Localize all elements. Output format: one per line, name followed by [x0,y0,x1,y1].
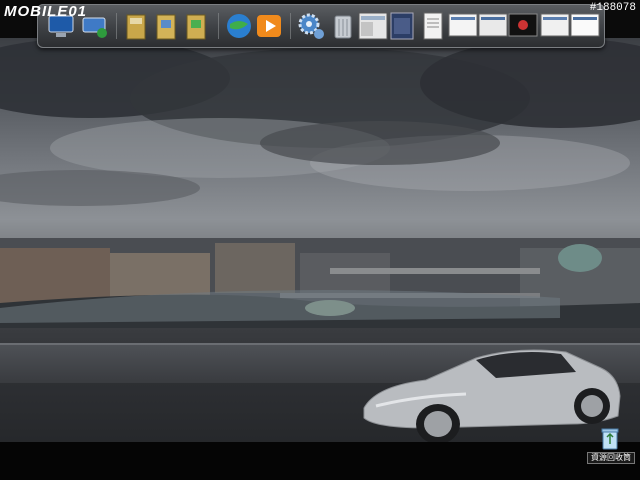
window-thumbnail[interactable] [570,10,600,42]
recycle-bin-label: 資源回收筒 [587,452,635,464]
window-thumbnail[interactable] [358,10,388,42]
settings-gear-icon[interactable] [296,10,326,42]
dock-separator [218,13,219,39]
desktop-wallpaper [0,38,640,442]
recycle-bin-icon [601,428,619,450]
post-id-label: #188078 [589,2,636,14]
trash-bin-icon[interactable] [328,10,358,42]
window-thumbnail[interactable] [508,10,538,42]
watermark-logo: MOBILE01 [4,3,88,20]
silver-sports-car [363,349,621,442]
dock-separator [290,13,291,39]
window-thumbnail[interactable] [478,10,508,42]
internet-explorer-icon[interactable] [224,10,254,42]
icon-dock [37,4,605,48]
document-icon[interactable] [422,10,444,42]
window-thumbnail[interactable] [448,10,478,42]
recycle-bin-shortcut[interactable]: 資源回收筒 [587,428,635,464]
media-player-icon[interactable] [254,10,284,42]
music-folder-icon[interactable] [182,10,212,42]
pictures-folder-icon[interactable] [152,10,182,42]
dock-separator [116,13,117,39]
city-skyline [0,238,640,328]
window-thumbnail[interactable] [540,10,570,42]
window-thumbnail[interactable] [390,10,414,42]
bottom-black-bar [0,442,640,480]
folder-icon[interactable] [122,10,152,42]
